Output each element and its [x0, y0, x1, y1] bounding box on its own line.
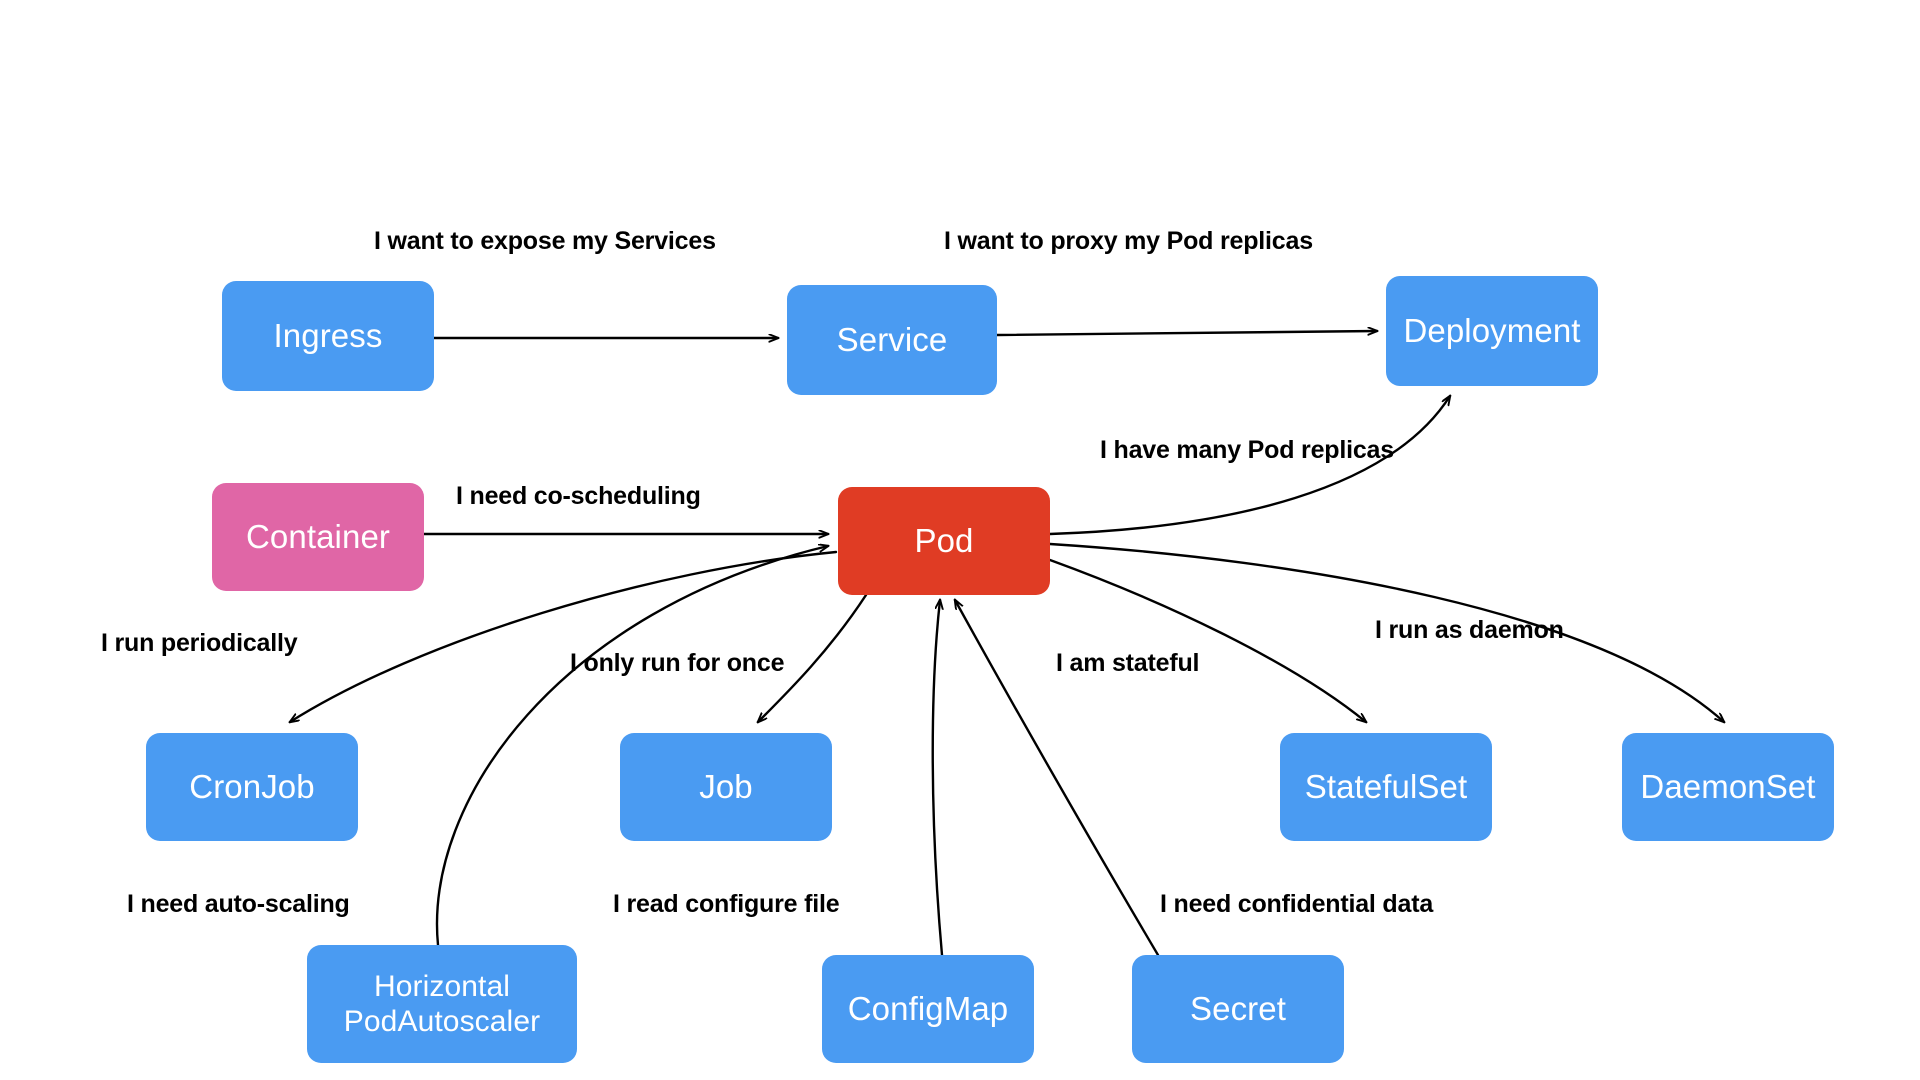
node-daemonset[interactable]: DaemonSet	[1622, 733, 1834, 841]
node-statefulset[interactable]: StatefulSet	[1280, 733, 1492, 841]
node-pod[interactable]: Pod	[838, 487, 1050, 595]
node-job-label: Job	[699, 767, 753, 805]
node-secret[interactable]: Secret	[1132, 955, 1344, 1063]
diagram-canvas: Ingress Service Deployment Container Pod…	[0, 0, 1920, 1080]
node-configmap[interactable]: ConfigMap	[822, 955, 1034, 1063]
edge-label-run-as-daemon: I run as daemon	[1375, 616, 1564, 644]
node-secret-label: Secret	[1190, 989, 1286, 1027]
node-cronjob[interactable]: CronJob	[146, 733, 358, 841]
node-cronjob-label: CronJob	[189, 767, 315, 805]
node-daemonset-label: DaemonSet	[1640, 767, 1816, 805]
node-ingress[interactable]: Ingress	[222, 281, 434, 391]
node-job[interactable]: Job	[620, 733, 832, 841]
node-service[interactable]: Service	[787, 285, 997, 395]
edge-label-only-run-once: I only run for once	[570, 649, 785, 677]
node-deployment-label: Deployment	[1403, 311, 1581, 349]
edge-pod-to-statefulset	[1048, 558, 1366, 722]
node-pod-label: Pod	[914, 521, 974, 559]
edge-configmap-to-pod	[931, 600, 942, 957]
node-configmap-label: ConfigMap	[847, 989, 1009, 1027]
node-service-label: Service	[836, 320, 948, 358]
edge-label-read-configure-file: I read configure file	[613, 890, 840, 918]
edge-label-co-scheduling: I need co-scheduling	[456, 482, 701, 510]
edge-label-expose-services: I want to expose my Services	[374, 227, 716, 255]
node-horizontal-pod-autoscaler[interactable]: Horizontal PodAutoscaler	[307, 945, 577, 1063]
node-ingress-label: Ingress	[273, 316, 383, 354]
node-container-label: Container	[246, 517, 390, 555]
node-statefulset-label: StatefulSet	[1304, 767, 1468, 805]
edge-label-need-auto-scaling: I need auto-scaling	[127, 890, 350, 918]
node-container[interactable]: Container	[212, 483, 424, 591]
edge-label-need-confidential-data: I need confidential data	[1160, 890, 1434, 918]
edge-label-am-stateful: I am stateful	[1056, 649, 1200, 677]
edge-service-to-deployment	[995, 331, 1377, 337]
edge-label-proxy-pod-replicas: I want to proxy my Pod replicas	[944, 227, 1313, 255]
edge-label-run-periodically: I run periodically	[101, 629, 298, 657]
node-horizontal-pod-autoscaler-label: Horizontal PodAutoscaler	[343, 969, 541, 1038]
node-deployment[interactable]: Deployment	[1386, 276, 1598, 386]
edge-pod-to-deployment	[1048, 396, 1450, 536]
edge-label-many-pod-replicas: I have many Pod replicas	[1100, 436, 1394, 464]
